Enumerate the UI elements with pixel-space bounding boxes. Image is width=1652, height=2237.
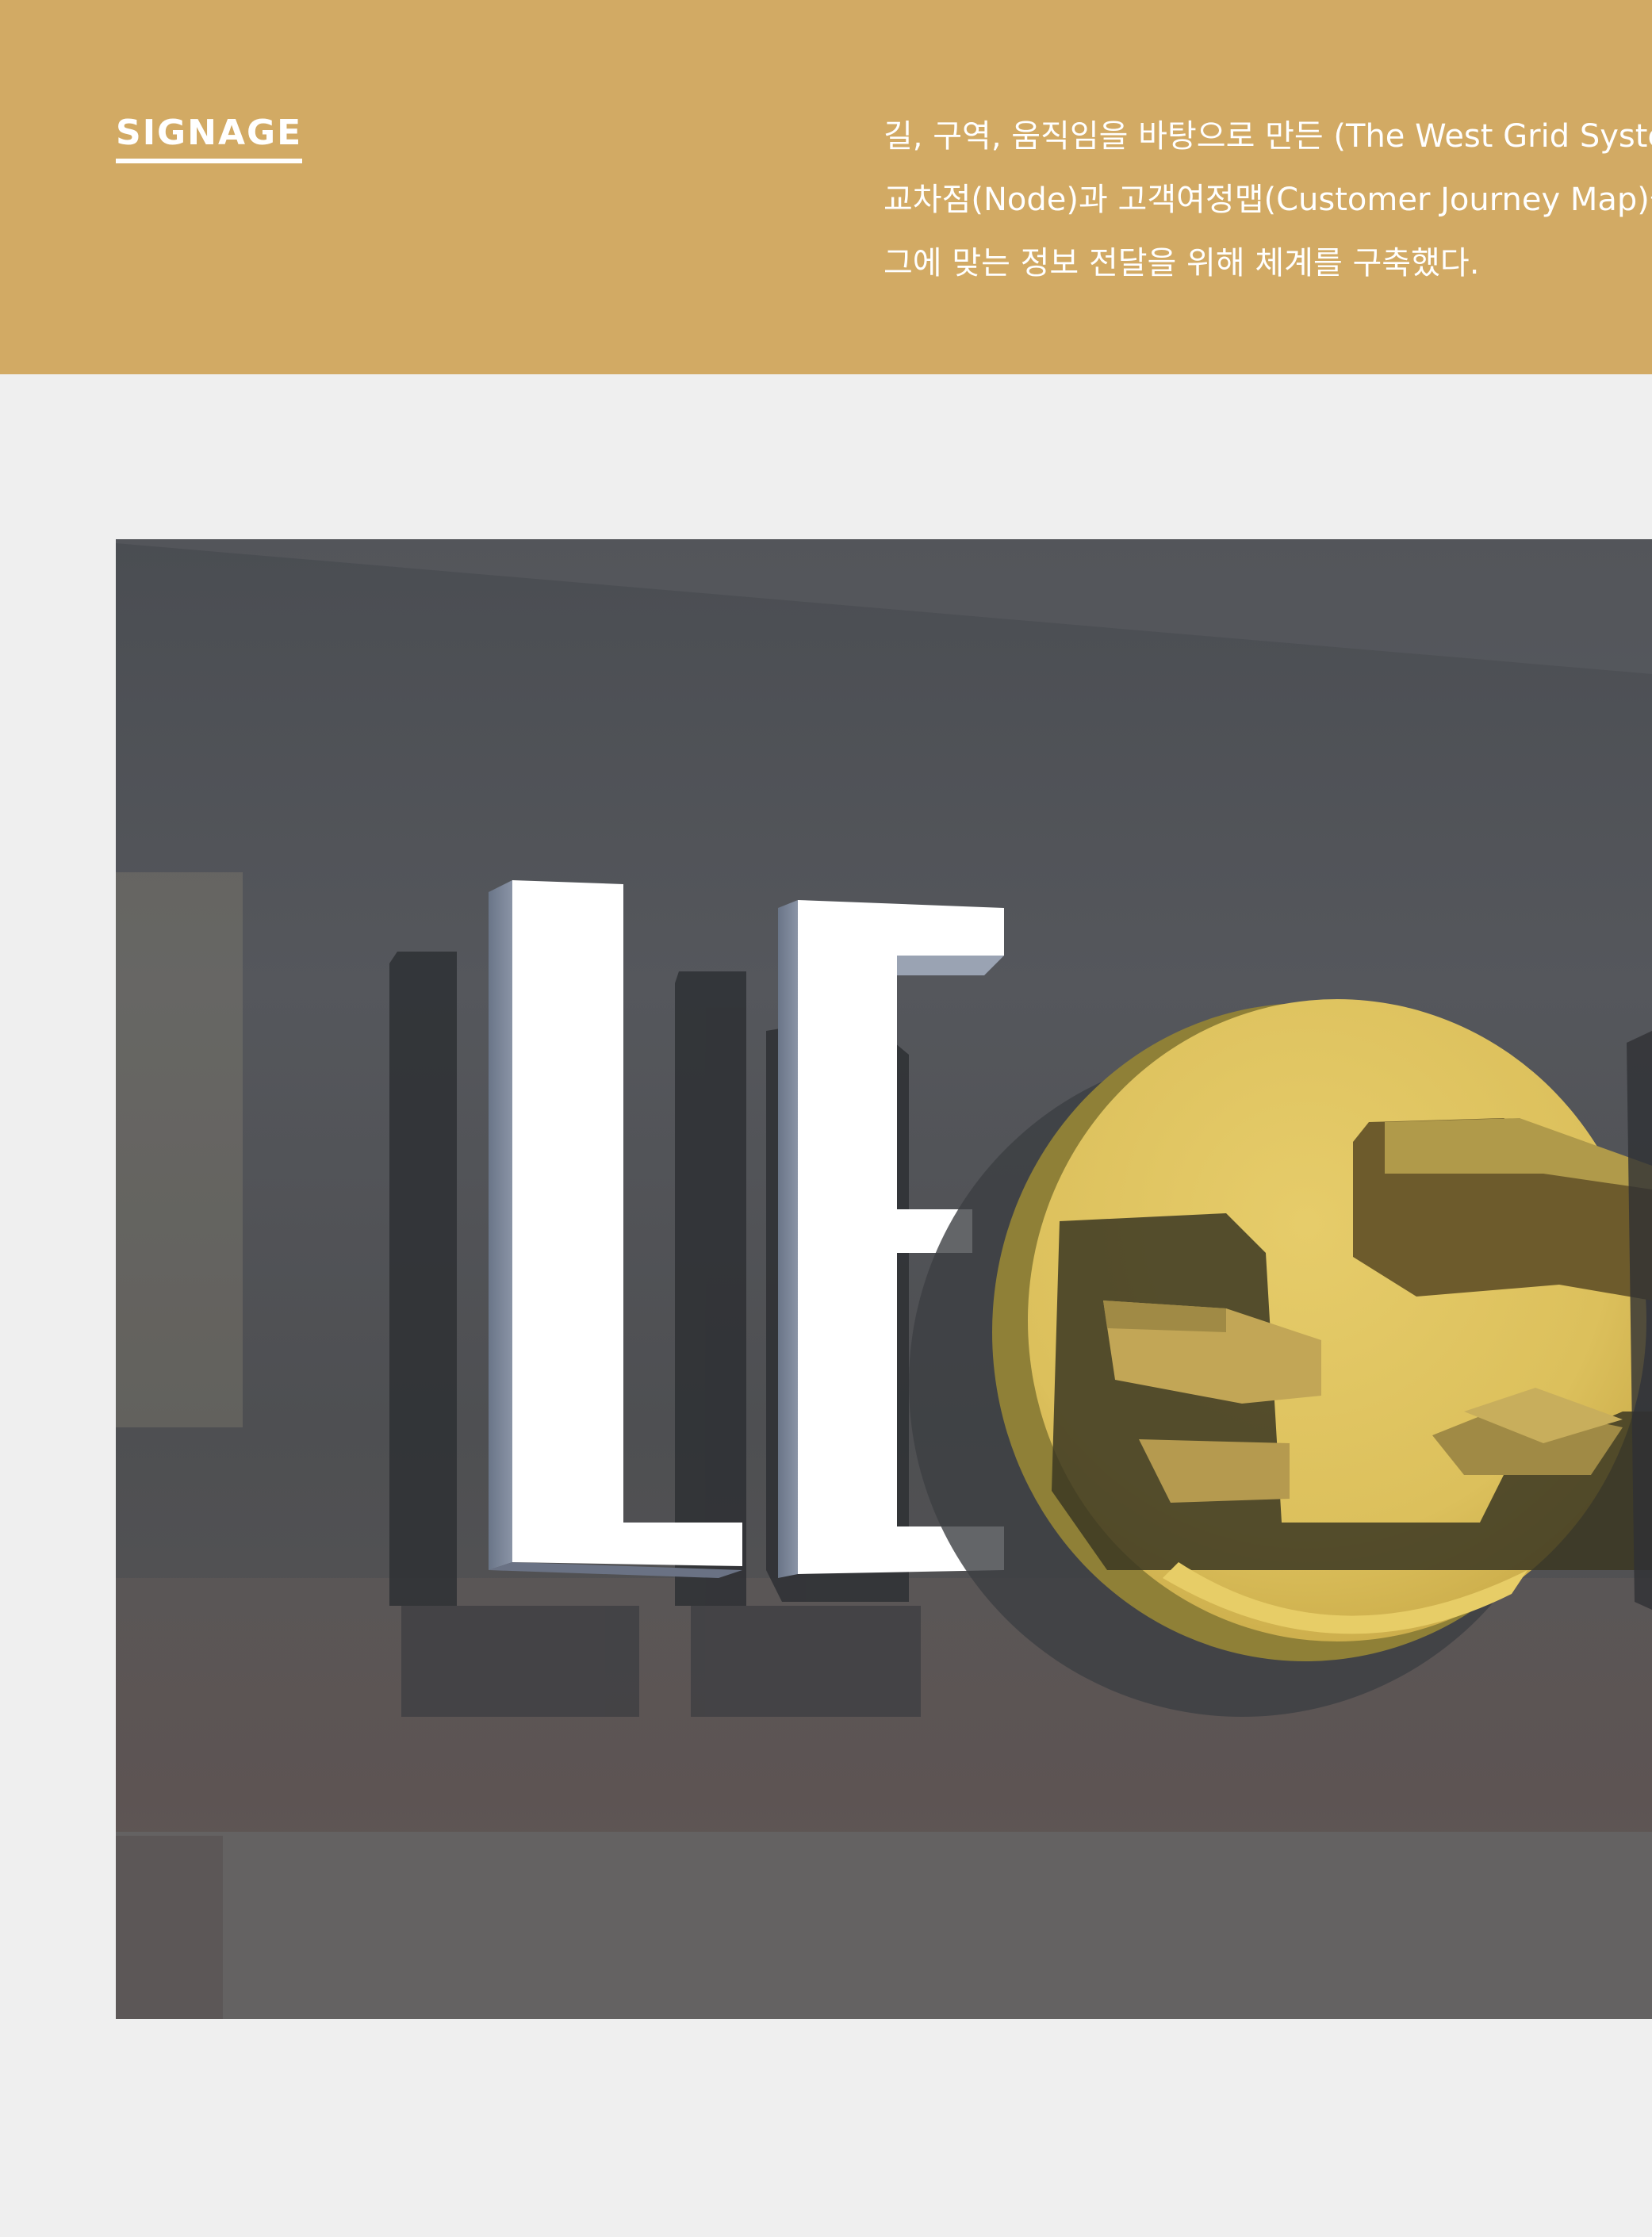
description-line: 교차점(Node)과 고객여정맵(Customer Journey Map)을 [883, 182, 1652, 218]
signage-render-image [116, 539, 1652, 2019]
section-label: SIGNAGE [116, 111, 303, 163]
section-description: 길, 구역, 움직임을 바탕으로 만든 (The West Grid Syste… [883, 105, 1652, 295]
header-band: SIGNAGE 길, 구역, 움직임을 바탕으로 만든 (The West Gr… [0, 0, 1652, 374]
description-line: 길, 구역, 움직임을 바탕으로 만든 (The West Grid Syste [883, 118, 1652, 155]
signage-render-svg [116, 539, 1652, 2019]
description-line: 그에 맞는 정보 전달을 위해 체계를 구축했다. [883, 245, 1480, 282]
